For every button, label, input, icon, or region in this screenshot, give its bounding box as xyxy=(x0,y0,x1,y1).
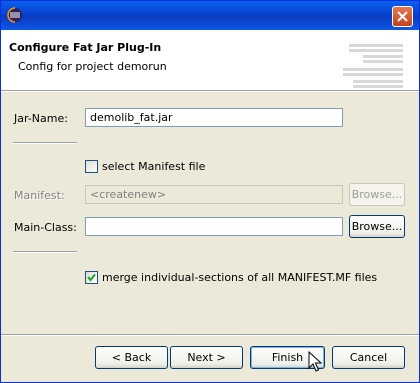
main-class-label: Main-Class: xyxy=(14,221,77,234)
manifest-label: Manifest: xyxy=(14,189,65,202)
manifest-input[interactable]: <createnew> xyxy=(85,185,343,204)
banner-subtitle: Config for project demorun xyxy=(18,60,167,73)
close-icon xyxy=(397,11,408,22)
merge-manifest-checkbox[interactable] xyxy=(85,271,98,284)
merge-manifest-label: merge individual-sections of all MANIFES… xyxy=(102,271,378,284)
banner-title: Configure Fat Jar Plug-In xyxy=(9,41,162,54)
checkmark-icon xyxy=(87,273,96,282)
wizard-banner: Configure Fat Jar Plug-In Config for pro… xyxy=(1,30,419,91)
main-class-browse-button[interactable]: Browse... xyxy=(349,215,405,238)
separator xyxy=(13,251,77,253)
eclipse-icon xyxy=(7,7,23,23)
dialog-window: Configure Fat Jar Plug-In Config for pro… xyxy=(0,0,420,383)
cancel-button[interactable]: Cancel xyxy=(332,346,405,369)
mouse-pointer-icon xyxy=(308,351,322,372)
manifest-browse-button[interactable]: Browse... xyxy=(349,183,405,206)
footer-divider xyxy=(1,334,419,336)
jar-name-label: Jar-Name: xyxy=(14,112,68,125)
separator xyxy=(13,142,77,144)
main-class-input[interactable] xyxy=(85,217,343,236)
title-bar[interactable] xyxy=(1,1,419,30)
jar-name-input[interactable]: demolib_fat.jar xyxy=(85,108,343,127)
select-manifest-checkbox[interactable] xyxy=(85,160,98,173)
close-button[interactable] xyxy=(392,6,413,27)
banner-graphic-icon xyxy=(343,44,403,88)
next-button[interactable]: Next > xyxy=(170,346,243,369)
back-button[interactable]: < Back xyxy=(95,346,168,369)
banner-divider xyxy=(1,91,419,92)
select-manifest-label: select Manifest file xyxy=(102,160,206,173)
